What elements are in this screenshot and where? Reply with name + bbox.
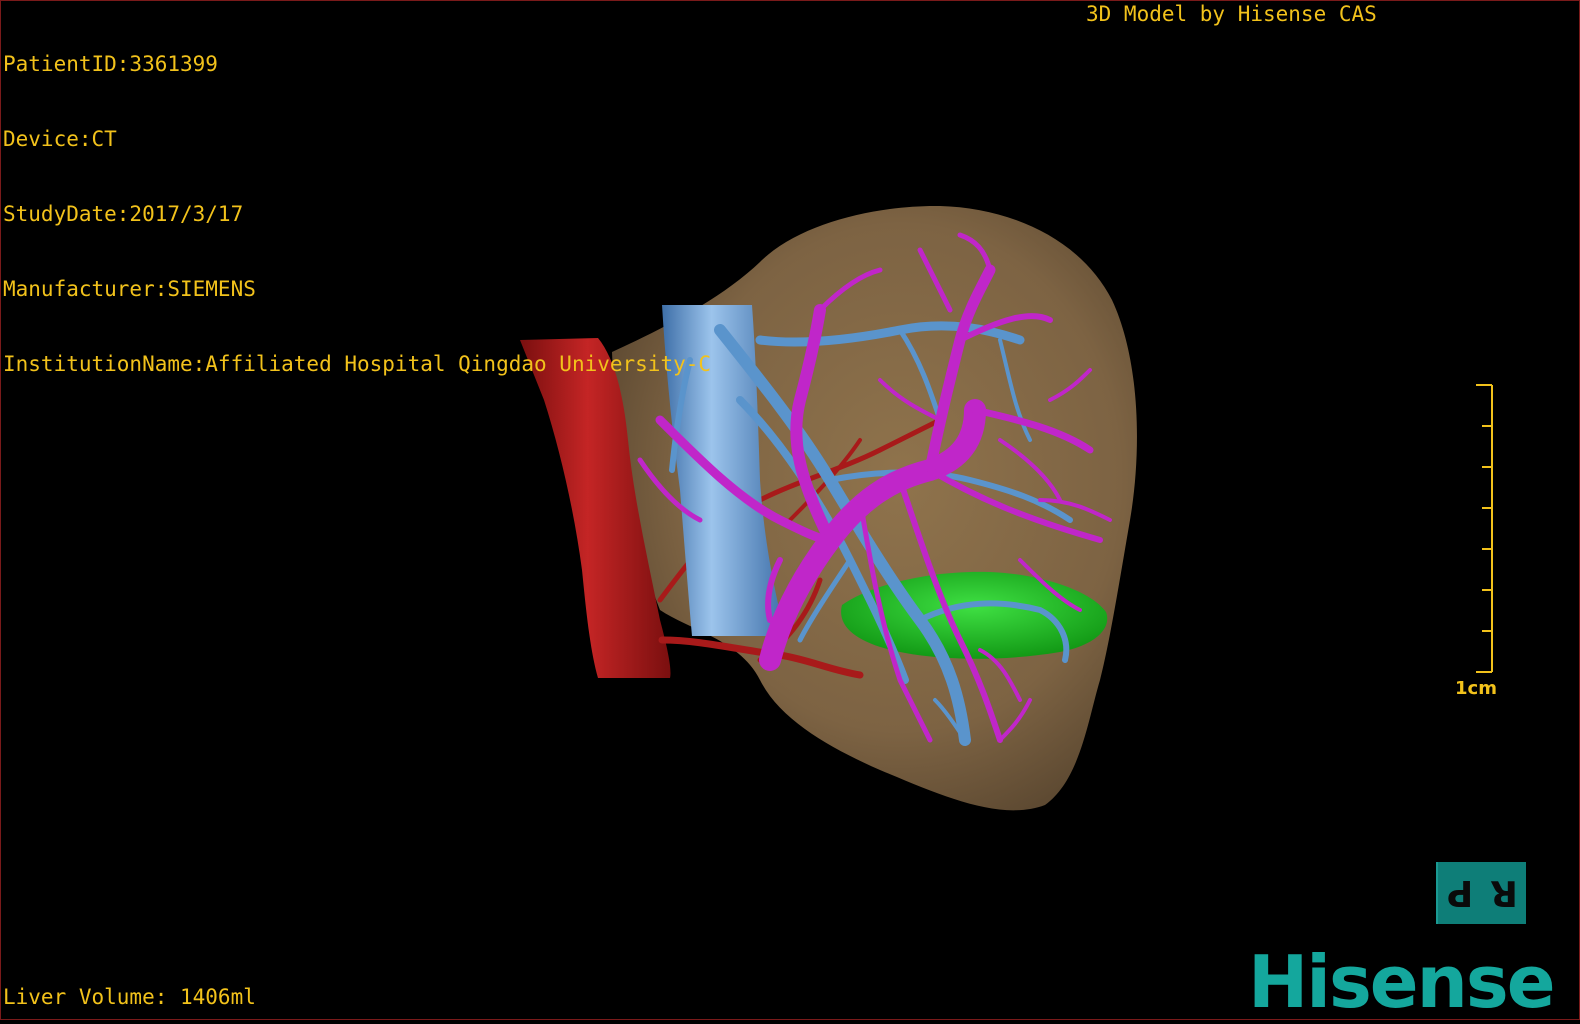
device-text: Device:CT — [3, 127, 117, 151]
orientation-right-face[interactable]: R — [1482, 862, 1526, 924]
institution-text: InstitutionName:Affiliated Hospital Qing… — [3, 352, 712, 376]
study-info-overlay: PatientID:3361399 Device:CT StudyDate:20… — [3, 2, 711, 402]
orientation-left-face[interactable]: P — [1436, 862, 1482, 924]
patient-id-text: PatientID:3361399 — [3, 52, 218, 76]
manufacturer-text: Manufacturer:SIEMENS — [3, 277, 256, 301]
model-credit-text: 3D Model by Hisense CAS — [1086, 2, 1377, 26]
orientation-cube[interactable]: P R — [1436, 862, 1526, 924]
study-date-text: StudyDate:2017/3/17 — [3, 202, 244, 226]
scale-bar-label: 1cm — [1455, 678, 1497, 699]
liver-volume-text: Liver Volume: 1406ml — [3, 985, 256, 1009]
scale-bar — [1476, 384, 1493, 673]
brand-logo: Hisense — [1248, 940, 1556, 1024]
